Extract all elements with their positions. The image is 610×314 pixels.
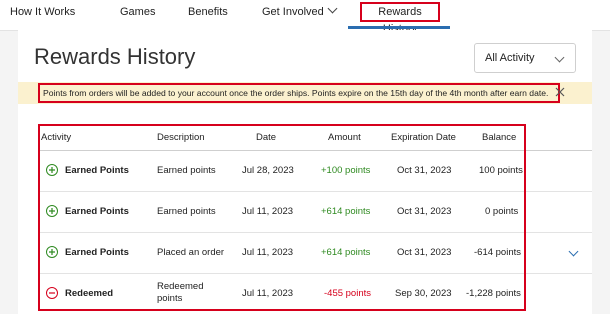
chevron-down-icon — [554, 52, 565, 63]
nav-benefits[interactable]: Benefits — [188, 0, 228, 28]
notice-banner: Points from orders will be added to your… — [18, 82, 592, 104]
chevron-down-icon — [327, 3, 338, 14]
expand-row-chevron-icon[interactable] — [568, 246, 579, 257]
activity-filter-value: All Activity — [485, 52, 535, 64]
rewards-card: Rewards History All Activity Points from… — [18, 30, 592, 314]
top-navigation: How It Works Games Benefits Get Involved… — [0, 0, 610, 35]
table-highlight-frame — [38, 124, 526, 311]
active-tab-indicator — [348, 26, 450, 29]
nav-rewards-history[interactable]: Rewards History — [360, 2, 440, 35]
page-title: Rewards History — [34, 44, 196, 69]
nav-games[interactable]: Games — [120, 0, 155, 28]
close-icon[interactable] — [553, 85, 567, 99]
nav-get-involved[interactable]: Get Involved — [262, 0, 338, 28]
nav-how-it-works[interactable]: How It Works — [10, 0, 75, 28]
nav-get-involved-label: Get Involved — [262, 6, 324, 18]
notice-text: Points from orders will be added to your… — [38, 83, 560, 103]
activity-filter-select[interactable]: All Activity — [474, 43, 576, 73]
